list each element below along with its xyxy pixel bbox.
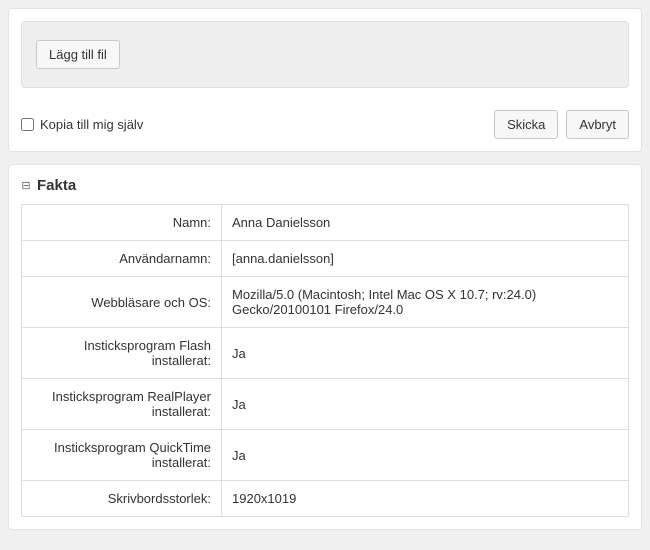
facts-value-browser-os: Mozilla/5.0 (Macintosh; Intel Mac OS X 1… — [222, 277, 629, 328]
facts-value-realplayer: Ja — [222, 379, 629, 430]
table-row: Insticksprogram Flash installerat: Ja — [22, 328, 629, 379]
facts-value-username: [anna.danielsson] — [222, 241, 629, 277]
table-row: Användarnamn: [anna.danielsson] — [22, 241, 629, 277]
facts-title: Fakta — [37, 177, 76, 194]
facts-value-quicktime: Ja — [222, 430, 629, 481]
facts-label-desktop: Skrivbordsstorlek: — [22, 481, 222, 517]
copy-to-self-checkbox[interactable] — [21, 118, 34, 131]
attachment-area: Lägg till fil — [21, 21, 629, 88]
form-card: Lägg till fil Kopia till mig själv Skick… — [8, 8, 642, 152]
facts-value-desktop: 1920x1019 — [222, 481, 629, 517]
copy-to-self-option[interactable]: Kopia till mig själv — [21, 117, 143, 132]
facts-label-username: Användarnamn: — [22, 241, 222, 277]
facts-label-browser-os: Webbläsare och OS: — [22, 277, 222, 328]
facts-label-realplayer: Insticksprogram RealPlayer installerat: — [22, 379, 222, 430]
facts-label-flash: Insticksprogram Flash installerat: — [22, 328, 222, 379]
facts-label-name: Namn: — [22, 205, 222, 241]
facts-value-name: Anna Danielsson — [222, 205, 629, 241]
copy-to-self-label: Kopia till mig själv — [40, 117, 143, 132]
facts-label-quicktime: Insticksprogram QuickTime installerat: — [22, 430, 222, 481]
submit-button[interactable]: Skicka — [494, 110, 558, 139]
facts-header[interactable]: ⊟ Fakta — [21, 177, 629, 194]
cancel-button[interactable]: Avbryt — [566, 110, 629, 139]
button-group: Skicka Avbryt — [494, 110, 629, 139]
table-row: Namn: Anna Danielsson — [22, 205, 629, 241]
facts-panel: ⊟ Fakta Namn: Anna Danielsson Användarna… — [8, 164, 642, 530]
table-row: Skrivbordsstorlek: 1920x1019 — [22, 481, 629, 517]
facts-value-flash: Ja — [222, 328, 629, 379]
disclosure-icon: ⊟ — [21, 181, 31, 191]
facts-table: Namn: Anna Danielsson Användarnamn: [ann… — [21, 204, 629, 517]
table-row: Webbläsare och OS: Mozilla/5.0 (Macintos… — [22, 277, 629, 328]
table-row: Insticksprogram QuickTime installerat: J… — [22, 430, 629, 481]
add-file-button[interactable]: Lägg till fil — [36, 40, 120, 69]
actions-row: Kopia till mig själv Skicka Avbryt — [21, 110, 629, 139]
table-row: Insticksprogram RealPlayer installerat: … — [22, 379, 629, 430]
